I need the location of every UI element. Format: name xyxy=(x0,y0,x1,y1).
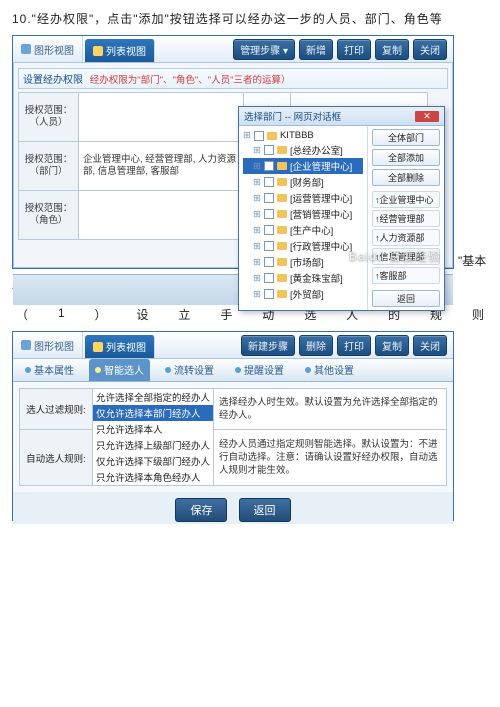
subtabs: 基本属性智能选人流转设置提醒设置其他设置 xyxy=(13,359,453,382)
close-button[interactable]: 关闭 xyxy=(413,39,447,60)
delete-button-2[interactable]: 删除 xyxy=(299,335,333,356)
tree-node[interactable]: [生产中心] xyxy=(243,222,363,238)
subtab[interactable]: 基本属性 xyxy=(19,359,80,381)
tab-graph-view-2[interactable]: 图形视图 xyxy=(13,332,83,358)
filter-option[interactable]: 只允许选择上级部门经办人 xyxy=(93,437,213,453)
tree-node[interactable]: [外贸部] xyxy=(243,286,363,302)
popup-close-button[interactable]: ✕ xyxy=(415,111,439,122)
scope-role-content xyxy=(78,191,243,240)
selected-dept-item[interactable]: ↑企业管理中心 xyxy=(372,191,440,208)
copy-button-2[interactable]: 复制 xyxy=(375,335,409,356)
selected-dept-item[interactable]: ↑客服部 xyxy=(372,267,440,284)
selected-dept-item[interactable]: ↑人力资源部 xyxy=(372,229,440,246)
step-10-text: 10."经办权限"，点击"添加"按钮选择可以经办这一步的人员、部门、角色等 xyxy=(12,10,488,29)
tree-node[interactable]: [运营管理中心] xyxy=(243,190,363,206)
scope-dept-content: 企业管理中心, 经营管理部, 人力资源部, 信息管理部, 客服部 xyxy=(78,142,243,191)
popup-remove-all-button[interactable]: 全部删除 xyxy=(372,169,440,186)
filter-rule-select[interactable]: 允许选择全部指定的经办人仅允许选择本部门经办人只允许选择本人只允许选择上级部门经… xyxy=(93,389,213,485)
list-icon xyxy=(93,46,103,56)
filter-option[interactable]: 仅允许选择本部门经办人 xyxy=(93,405,213,421)
popup-back-button[interactable]: 返回 xyxy=(372,290,440,307)
tree-node[interactable]: [总经办公室] xyxy=(243,142,363,158)
manage-steps-button[interactable]: 管理步骤 ▾ xyxy=(233,39,295,60)
popup-add-all-button[interactable]: 全部添加 xyxy=(372,149,440,166)
filter-rule-label: 选人过滤规则: xyxy=(20,389,93,430)
subtab[interactable]: 流转设置 xyxy=(159,359,220,381)
auto-rule-label: 自动选人规则: xyxy=(20,430,93,486)
caption-tail: "基本 xyxy=(458,252,486,269)
subtab[interactable]: 其他设置 xyxy=(299,359,360,381)
tab-label: 列表视图 xyxy=(106,339,146,354)
tree-node[interactable]: [行政管理中心] xyxy=(243,238,363,254)
permission-title: 设置经办权限 经办权限为"部门"、"角色"、"人员"三者的运算） xyxy=(18,68,448,89)
tree-node[interactable]: [财务部] xyxy=(243,174,363,190)
permission-title-hint: 经办权限为"部门"、"角色"、"人员"三者的运算） xyxy=(90,75,291,86)
scope-dept-label: 授权范围： （部门） xyxy=(19,142,79,191)
scope-role-label: 授权范围： （角色） xyxy=(19,191,79,240)
smart-select-table: 选人过滤规则: 允许选择全部指定的经办人仅允许选择本部门经办人只允许选择本人只允… xyxy=(19,388,447,486)
copy-button[interactable]: 复制 xyxy=(375,39,409,60)
tab-label: 图形视图 xyxy=(34,42,74,57)
dept-tree: KITBBB [总经办公室][企业管理中心][财务部][运营管理中心][营销管理… xyxy=(239,126,368,310)
print-button[interactable]: 打印 xyxy=(337,39,371,60)
tree-node[interactable]: [营销管理中心] xyxy=(243,206,363,222)
scope-person-content xyxy=(78,93,243,142)
subtab[interactable]: 提醒设置 xyxy=(229,359,290,381)
filter-option[interactable]: 只允许选择本人 xyxy=(93,421,213,437)
tab-label: 列表视图 xyxy=(106,43,146,58)
tree-node[interactable]: [黄金珠宝部] xyxy=(243,270,363,286)
screenshot-1: 图形视图 列表视图 管理步骤 ▾ 新增 打印 复制 关闭 设置经办权限 经办权限 xyxy=(12,35,454,269)
tree-node[interactable]: [企业管理中心] xyxy=(243,158,363,174)
popup-title: 选择部门 -- 网页对话框 xyxy=(244,109,341,123)
permission-title-label: 设置经办权限 xyxy=(23,75,83,86)
top-tab-bar: 图形视图 列表视图 管理步骤 ▾ 新增 打印 复制 关闭 xyxy=(13,36,453,63)
select-dept-popup: 选择部门 -- 网页对话框 ✕ KITBBB [总经办公室][企业管理中心][财… xyxy=(238,106,445,311)
tab-label: 图形视图 xyxy=(34,338,74,353)
graph-icon xyxy=(21,340,31,350)
filter-option[interactable]: 允许选择全部指定的经办人 xyxy=(93,389,213,405)
print-button-2[interactable]: 打印 xyxy=(337,335,371,356)
scope-person-label: 授权范围： （人员） xyxy=(19,93,79,142)
back-button-2[interactable]: 返回 xyxy=(239,498,291,522)
tab-list-view[interactable]: 列表视图 xyxy=(85,39,155,62)
tab-graph-view[interactable]: 图形视图 xyxy=(13,36,83,62)
tree-root[interactable]: KITBBB xyxy=(243,129,363,142)
save-button[interactable]: 保存 xyxy=(175,498,227,522)
popup-all-depts-button[interactable]: 全体部门 xyxy=(372,129,440,146)
list-icon xyxy=(93,342,103,352)
toolbar-buttons: 管理步骤 ▾ 新增 打印 复制 关闭 xyxy=(233,36,453,62)
screenshot-2: 图形视图 列表视图 新建步骤 删除 打印 复制 关闭 基本属性智能选人流转设置提… xyxy=(12,331,454,521)
watermark: Baidu 百度经验 xyxy=(349,247,441,264)
filter-option[interactable]: 只允许选择本角色经办人 xyxy=(93,469,213,485)
filter-rule-desc: 选择经办人时生效。默认设置为允许选择全部指定的经办人。 xyxy=(214,389,447,430)
filter-option[interactable]: 仅允许选择下级部门经办人 xyxy=(93,453,213,469)
tab-list-view-2[interactable]: 列表视图 xyxy=(85,335,155,358)
top-tab-bar-2: 图形视图 列表视图 新建步骤 删除 打印 复制 关闭 xyxy=(13,332,453,359)
subtab[interactable]: 智能选人 xyxy=(89,359,150,381)
new-button[interactable]: 新增 xyxy=(299,39,333,60)
graph-icon xyxy=(21,44,31,54)
new-step-button[interactable]: 新建步骤 xyxy=(241,335,295,356)
close-button-2[interactable]: 关闭 xyxy=(413,335,447,356)
tree-node[interactable]: [市场部] xyxy=(243,254,363,270)
auto-rule-desc: 经办人员通过指定规则智能选择。默认设置为：不进行自动选择。注意：请确认设置好经办… xyxy=(214,430,447,486)
selected-dept-item[interactable]: ↑经营管理部 xyxy=(372,210,440,227)
